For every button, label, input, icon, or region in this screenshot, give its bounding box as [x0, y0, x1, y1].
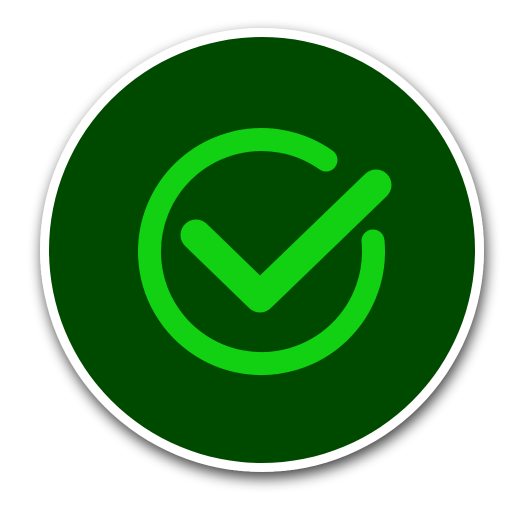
badge-container	[0, 0, 512, 512]
badge-disc	[49, 37, 475, 463]
check-circle-icon	[40, 28, 484, 472]
